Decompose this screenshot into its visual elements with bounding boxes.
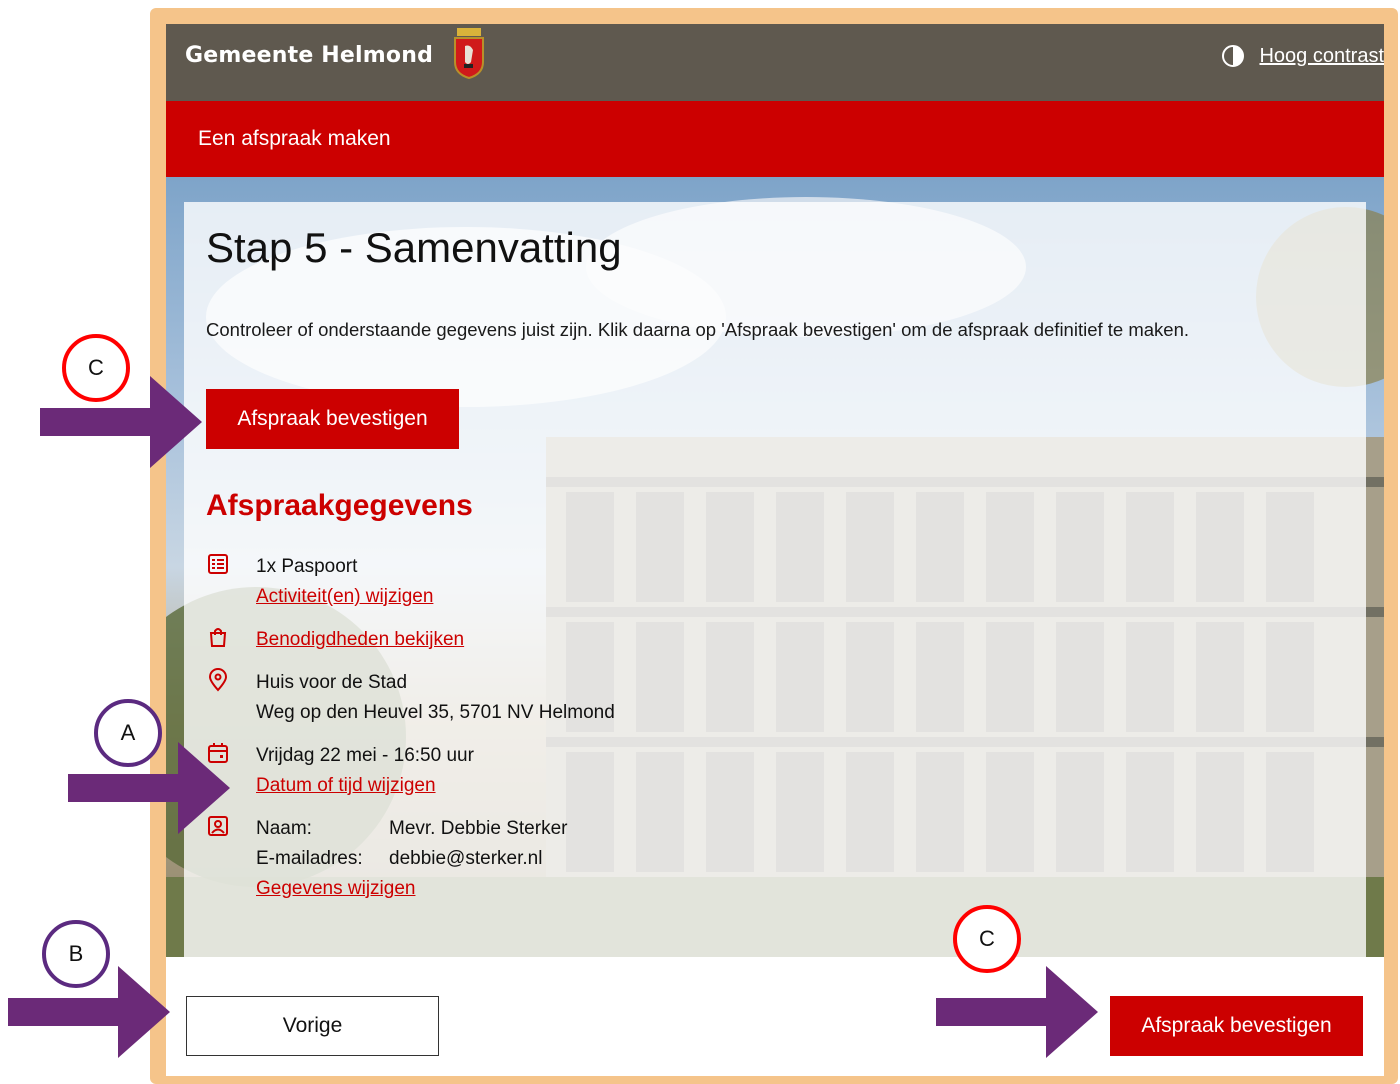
- contrast-icon: [1222, 45, 1245, 67]
- summary-card: Stap 5 - Samenvatting Controleer of onde…: [184, 202, 1366, 957]
- confirm-appointment-button-top[interactable]: Afspraak bevestigen: [206, 389, 459, 449]
- location-name: Huis voor de Stad: [256, 672, 408, 693]
- location-address: Weg op den Heuvel 35, 5701 NV Helmond: [256, 702, 615, 723]
- arrow-icon: [936, 966, 1098, 1058]
- banner-title: Een afspraak maken: [198, 127, 391, 150]
- top-header: Gemeente Helmond Hoog contrast: [166, 24, 1384, 101]
- appointment-datetime: Vrijdag 22 mei - 16:50 uur: [256, 745, 474, 766]
- municipality-name: Gemeente Helmond: [185, 43, 434, 68]
- annotation-c-bottom: C: [953, 905, 1021, 973]
- email-value: debbie@sterker.nl: [389, 848, 543, 869]
- appointment-page: Gemeente Helmond Hoog contrast Een afspr…: [166, 24, 1384, 1076]
- map-pin-icon: [208, 668, 228, 692]
- intro-text: Controleer of onderstaande gegevens juis…: [206, 319, 1190, 340]
- name-value: Mevr. Debbie Sterker: [389, 818, 568, 839]
- high-contrast-link[interactable]: Hoog contrast: [1259, 45, 1384, 68]
- section-title: Afspraakgegevens: [206, 489, 473, 522]
- previous-button[interactable]: Vorige: [186, 996, 439, 1056]
- footer-bar: Vorige Afspraak bevestigen: [166, 957, 1384, 1076]
- confirm-appointment-button-bottom[interactable]: Afspraak bevestigen: [1110, 996, 1363, 1056]
- annotated-screenshot: Gemeente Helmond Hoog contrast Een afspr…: [0, 0, 1400, 1084]
- change-activity-link[interactable]: Activiteit(en) wijzigen: [256, 582, 433, 612]
- email-label: E-mailadres:: [256, 848, 363, 869]
- annotation-b: B: [42, 920, 110, 988]
- name-label: Naam:: [256, 818, 312, 839]
- annotation-c-top: C: [62, 334, 130, 402]
- activity-text: 1x Paspoort: [256, 556, 358, 577]
- view-requirements-link[interactable]: Benodigdheden bekijken: [256, 625, 464, 655]
- list-icon: [208, 554, 228, 574]
- change-datetime-link[interactable]: Datum of tijd wijzigen: [256, 771, 474, 801]
- high-contrast-toggle[interactable]: Hoog contrast: [1221, 44, 1384, 68]
- shopping-bag-icon: [209, 628, 227, 647]
- page-title: Stap 5 - Samenvatting: [206, 224, 622, 271]
- title-banner: Een afspraak maken: [166, 101, 1384, 177]
- annotation-a: A: [94, 699, 162, 767]
- coat-of-arms-icon: [454, 28, 484, 80]
- change-personal-details-link[interactable]: Gegevens wijzigen: [256, 874, 567, 904]
